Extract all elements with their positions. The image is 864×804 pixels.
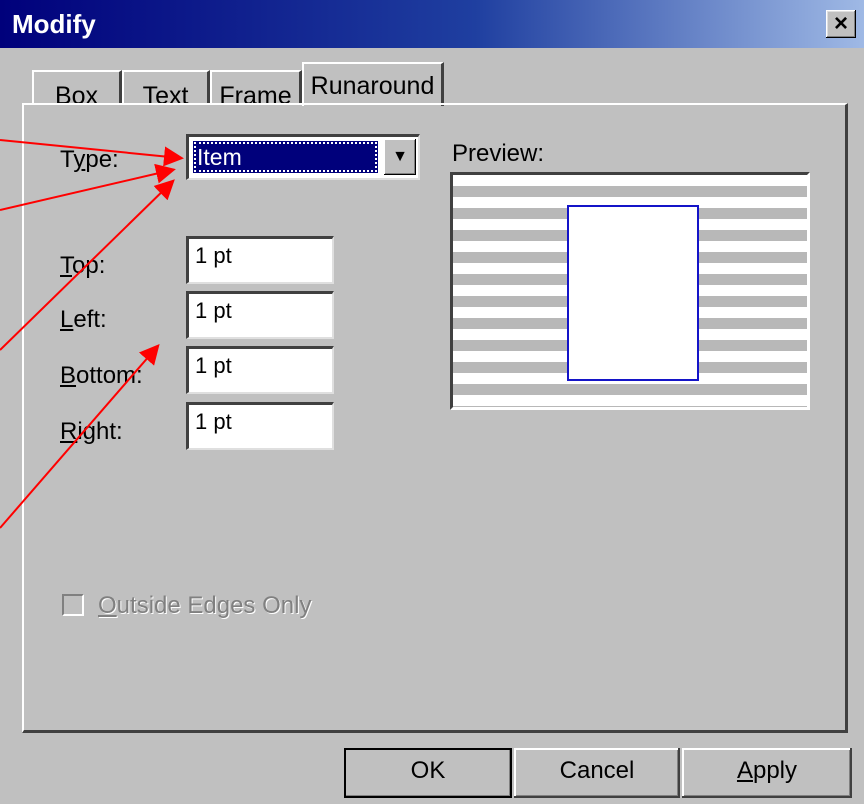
title-bar[interactable]: Modify ×	[0, 0, 864, 48]
tab-text[interactable]: Text	[122, 70, 210, 110]
tab-box[interactable]: Box	[32, 70, 122, 110]
left-field[interactable]: 1 pt	[186, 291, 334, 339]
type-select-value: Item	[193, 141, 378, 173]
modify-dialog: Modify × Box Text Frame Runaround Type: …	[0, 0, 864, 804]
window-title: Modify	[12, 9, 96, 39]
right-field[interactable]: 1 pt	[186, 402, 334, 450]
bottom-label: Bottom:	[60, 362, 143, 389]
preview-label: Preview:	[452, 140, 545, 167]
outside-edges-checkbox[interactable]	[62, 594, 84, 616]
type-label: Type:	[60, 146, 119, 173]
top-field[interactable]: 1 pt	[186, 236, 334, 284]
top-label: Top:	[60, 252, 106, 279]
tab-label: Runaround	[310, 72, 435, 100]
apply-button[interactable]: Apply	[682, 748, 852, 798]
preview-pane	[450, 172, 810, 410]
close-button[interactable]: ×	[826, 10, 856, 38]
left-label: Left:	[60, 306, 107, 333]
tab-runaround[interactable]: Runaround	[302, 62, 444, 106]
outside-edges-label: Outside Edges Only	[98, 592, 312, 619]
right-label: Right:	[60, 418, 123, 445]
bottom-field[interactable]: 1 pt	[186, 346, 334, 394]
tab-frame[interactable]: Frame	[210, 70, 302, 110]
ok-button[interactable]: OK	[344, 748, 512, 798]
cancel-button[interactable]: Cancel	[514, 748, 680, 798]
preview-item-box	[567, 205, 699, 381]
type-select[interactable]: Item ▼	[186, 134, 420, 180]
chevron-down-icon[interactable]: ▼	[384, 139, 416, 175]
